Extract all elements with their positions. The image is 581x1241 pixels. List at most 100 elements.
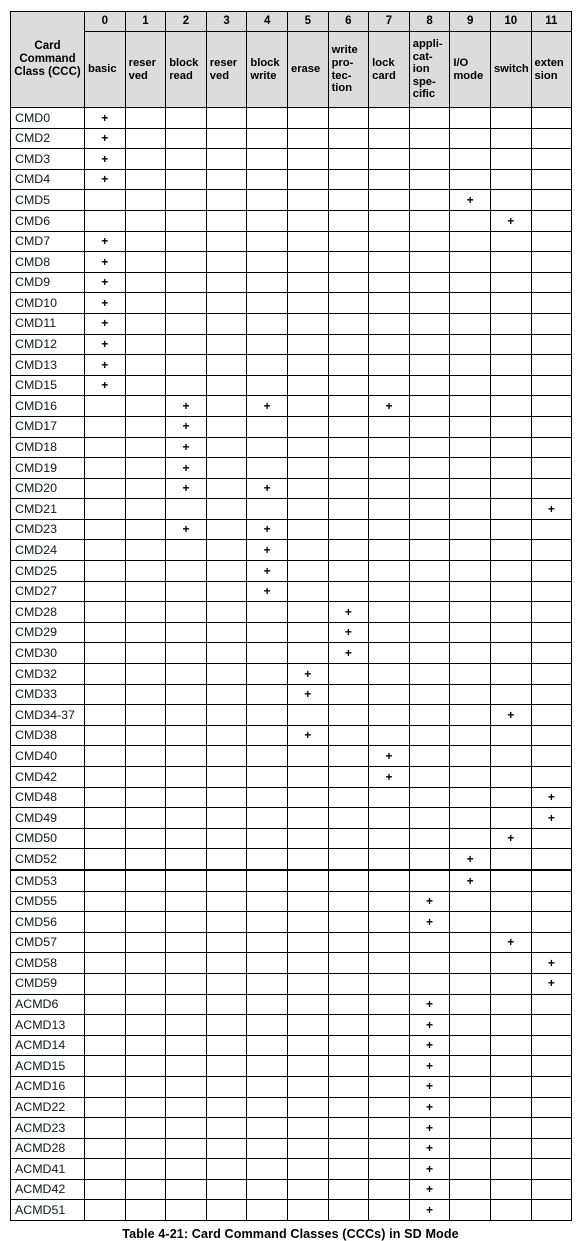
cell-empty-CMD10-class-1 xyxy=(124,292,167,314)
cell-empty-CMD25-class-8 xyxy=(408,560,451,582)
cell-empty-ACMD51-class-3 xyxy=(205,1199,248,1222)
cell-empty-CMD20-class-9 xyxy=(449,477,491,500)
cell-empty-CMD2-class-10 xyxy=(489,127,532,150)
cell-empty-CMD49-class-3 xyxy=(205,807,248,829)
row-label-CMD19: CMD19 xyxy=(10,457,85,479)
cell-empty-CMD29-class-11 xyxy=(530,621,573,644)
cell-empty-CMD55-class-3 xyxy=(205,890,248,913)
cell-empty-ACMD15-class-5 xyxy=(286,1055,329,1077)
cell-empty-CMD53-class-3 xyxy=(205,869,248,892)
cell-empty-CMD8-class-2 xyxy=(165,251,207,273)
cell-empty-CMD30-class-7 xyxy=(368,642,410,665)
cell-mark-ACMD13-class-8: + xyxy=(408,1014,451,1036)
table-row: CMD59 + xyxy=(10,972,573,995)
cell-mark-CMD17-class-2: + xyxy=(165,415,207,438)
cell-empty-CMD58-class-9 xyxy=(449,952,491,974)
row-label-CMD20: CMD20 xyxy=(10,477,85,500)
header-class-name-6: write pro- tec- tion xyxy=(327,31,370,108)
cell-empty-CMD2-class-6 xyxy=(327,127,370,150)
row-label-CMD12: CMD12 xyxy=(10,333,85,356)
cell-empty-ACMD41-class-3 xyxy=(205,1158,248,1180)
cell-empty-CMD53-class-6 xyxy=(327,869,370,892)
cell-empty-CMD53-class-2 xyxy=(165,869,207,892)
cell-empty-CMD32-class-0 xyxy=(84,663,126,685)
cell-empty-CMD48-class-7 xyxy=(368,786,410,809)
cell-empty-CMD33-class-3 xyxy=(205,683,248,706)
row-label-CMD6: CMD6 xyxy=(10,209,85,232)
cell-mark-CMD20-class-4: + xyxy=(246,477,288,500)
cell-empty-CMD24-class-9 xyxy=(449,539,491,562)
cell-empty-CMD21-class-10 xyxy=(489,498,532,520)
cell-empty-ACMD23-class-9 xyxy=(449,1117,491,1139)
row-label-CMD11: CMD11 xyxy=(10,312,85,335)
cell-empty-ACMD15-class-4 xyxy=(246,1055,288,1077)
cell-empty-CMD24-class-2 xyxy=(165,539,207,562)
cell-empty-CMD5-class-4 xyxy=(246,189,288,211)
cell-empty-CMD6-class-6 xyxy=(327,209,370,232)
table-row: CMD24 + xyxy=(10,539,573,562)
cell-empty-CMD19-class-6 xyxy=(327,457,370,479)
cell-empty-CMD21-class-7 xyxy=(368,498,410,520)
cell-empty-CMD27-class-3 xyxy=(205,580,248,603)
cell-empty-CMD42-class-2 xyxy=(165,766,207,788)
table-row: CMD57 + xyxy=(10,931,573,954)
cell-empty-CMD5-class-11 xyxy=(530,189,573,211)
cell-empty-CMD53-class-1 xyxy=(124,869,167,892)
cell-mark-CMD33-class-5: + xyxy=(286,683,329,706)
cell-empty-CMD8-class-10 xyxy=(489,251,532,273)
row-label-CMD42: CMD42 xyxy=(10,766,85,788)
cell-empty-CMD16-class-6 xyxy=(327,395,370,417)
cell-empty-CMD3-class-8 xyxy=(408,148,451,170)
cell-empty-CMD32-class-11 xyxy=(530,663,573,685)
cell-empty-CMD19-class-9 xyxy=(449,457,491,479)
table-row: CMD11 + xyxy=(10,312,573,335)
cell-empty-CMD10-class-11 xyxy=(530,292,573,314)
table-row: CMD12 + xyxy=(10,333,573,356)
cell-empty-CMD40-class-4 xyxy=(246,745,288,767)
cell-empty-ACMD15-class-6 xyxy=(327,1055,370,1077)
cell-empty-CMD11-class-6 xyxy=(327,312,370,335)
cell-mark-CMD10-class-0: + xyxy=(84,292,126,314)
cell-empty-ACMD42-class-2 xyxy=(165,1178,207,1201)
cell-empty-CMD23-class-7 xyxy=(368,518,410,541)
cell-empty-CMD34-37-class-5 xyxy=(286,704,329,726)
cell-empty-CMD24-class-0 xyxy=(84,539,126,562)
cell-empty-CMD13-class-9 xyxy=(449,354,491,376)
cell-empty-CMD8-class-9 xyxy=(449,251,491,273)
cell-empty-CMD23-class-0 xyxy=(84,518,126,541)
header-class-number-10: 10 xyxy=(489,11,532,32)
row-label-CMD27: CMD27 xyxy=(10,580,85,603)
cell-empty-CMD18-class-10 xyxy=(489,436,532,459)
cell-empty-CMD55-class-9 xyxy=(449,890,491,913)
cell-empty-CMD59-class-6 xyxy=(327,972,370,995)
cell-empty-CMD15-class-7 xyxy=(368,374,410,397)
cell-empty-ACMD51-class-1 xyxy=(124,1199,167,1222)
cell-empty-ACMD41-class-2 xyxy=(165,1158,207,1180)
cell-empty-CMD58-class-8 xyxy=(408,952,451,974)
cell-empty-CMD18-class-7 xyxy=(368,436,410,459)
cell-empty-CMD34-37-class-8 xyxy=(408,704,451,726)
cell-empty-CMD0-class-5 xyxy=(286,107,329,129)
cell-empty-CMD38-class-11 xyxy=(530,724,573,747)
row-label-ACMD22: ACMD22 xyxy=(10,1096,85,1119)
cell-empty-CMD13-class-2 xyxy=(165,354,207,376)
cell-empty-CMD12-class-3 xyxy=(205,333,248,356)
cell-empty-CMD48-class-8 xyxy=(408,786,451,809)
cell-empty-CMD18-class-9 xyxy=(449,436,491,459)
row-label-CMD58: CMD58 xyxy=(10,952,85,974)
cell-empty-CMD48-class-1 xyxy=(124,786,167,809)
header-class-name-9: I/O mode xyxy=(449,31,491,108)
table-row: CMD5 + xyxy=(10,189,573,211)
cell-empty-CMD21-class-1 xyxy=(124,498,167,520)
header-row-class-names: basic reser ved block read reser ved block w… xyxy=(11,31,573,108)
cell-empty-CMD0-class-1 xyxy=(124,107,167,129)
cell-empty-CMD24-class-8 xyxy=(408,539,451,562)
cell-empty-CMD53-class-11 xyxy=(530,869,573,892)
row-label-CMD23: CMD23 xyxy=(10,518,85,541)
row-label-CMD48: CMD48 xyxy=(10,786,85,809)
cell-empty-CMD52-class-8 xyxy=(408,848,451,871)
table-row: CMD13 + xyxy=(10,354,573,376)
cell-empty-CMD42-class-6 xyxy=(327,766,370,788)
cell-empty-CMD2-class-7 xyxy=(368,127,410,150)
cell-empty-CMD55-class-6 xyxy=(327,890,370,913)
